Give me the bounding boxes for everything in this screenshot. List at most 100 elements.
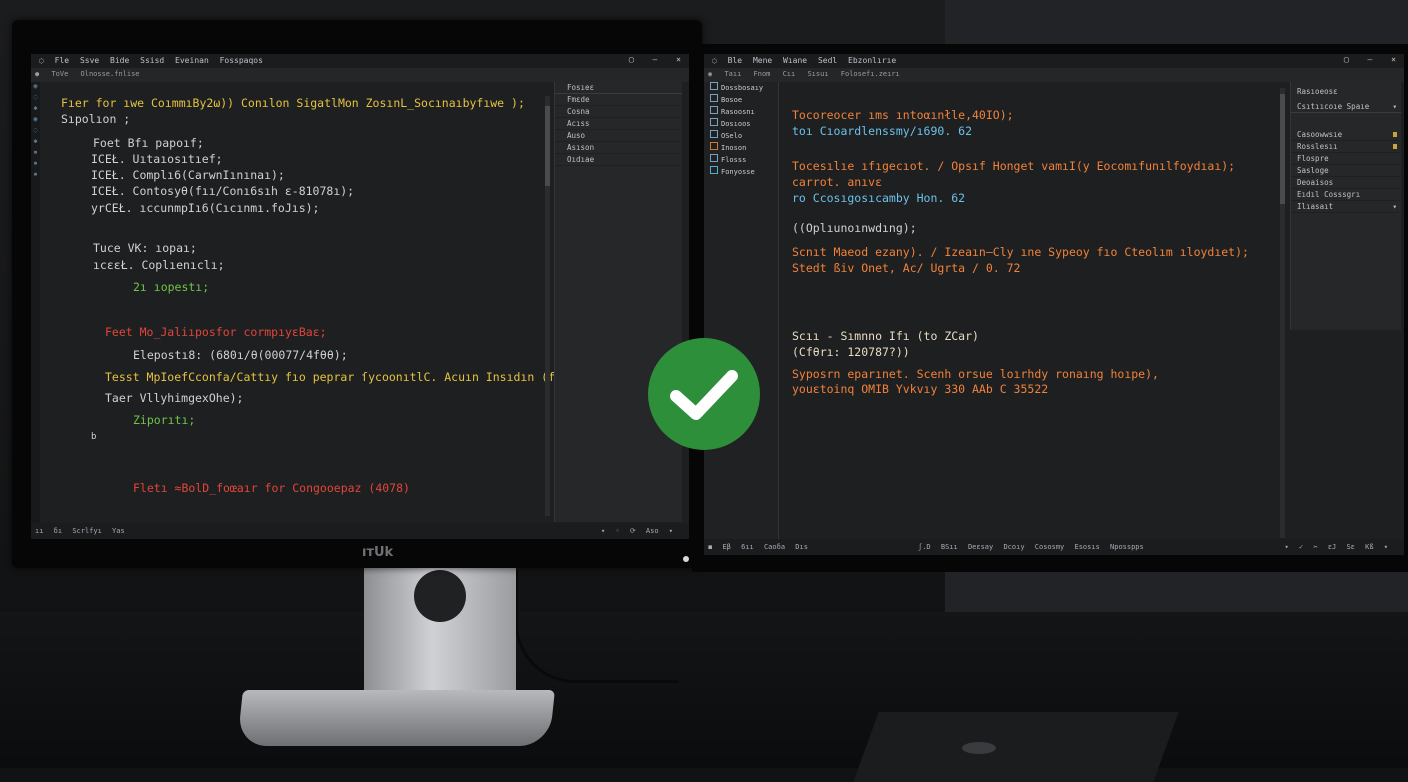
status-item[interactable]: Eβ bbox=[722, 543, 730, 551]
explorer-item[interactable]: Rasoosnı bbox=[704, 106, 778, 118]
side-panel-dropdown[interactable]: Csıtııcoıe Spaıe ▾ bbox=[1291, 101, 1401, 113]
side-panel-item[interactable]: Auso bbox=[555, 130, 682, 142]
status-item[interactable]: ▾ bbox=[669, 527, 673, 535]
status-item[interactable]: ◦ bbox=[615, 527, 619, 535]
explorer-item-label: Dosıoos bbox=[721, 120, 751, 128]
side-panel-item-label: Sasloge bbox=[1297, 166, 1329, 175]
right-editor-window: ◌ Ble Mene Wıane Sedl Ebzonlırıe ▢ – × ◉… bbox=[704, 54, 1404, 555]
close-icon[interactable]: × bbox=[1391, 55, 1396, 64]
side-panel-item-label: Ilıasaıt bbox=[1297, 202, 1334, 211]
side-panel-item-label: Deoaisos bbox=[1297, 178, 1334, 187]
side-panel-item-label: Flospre bbox=[1297, 154, 1329, 163]
status-item[interactable]: ʃ.D bbox=[918, 543, 931, 551]
status-item[interactable]: Cososmy bbox=[1035, 543, 1065, 551]
status-item[interactable]: Caoδa bbox=[764, 543, 785, 551]
status-item[interactable]: ▾ bbox=[601, 527, 605, 535]
status-item[interactable]: Kß bbox=[1365, 543, 1373, 551]
scrollbar-thumb[interactable] bbox=[1280, 94, 1285, 204]
side-panel-item[interactable]: Eıdıl Cosssgrı bbox=[1291, 189, 1401, 201]
success-checkmark-icon bbox=[648, 338, 760, 450]
status-item[interactable]: Yas bbox=[112, 527, 125, 535]
close-icon[interactable]: × bbox=[676, 55, 681, 64]
status-item[interactable]: Sɛ bbox=[1346, 543, 1354, 551]
window-controls: ▢ – × bbox=[1330, 55, 1396, 64]
explorer-item[interactable]: Flosss bbox=[704, 154, 778, 166]
code-line: Tesst MpIoefCconfa/Cattıy fıo peprar ſyc… bbox=[105, 370, 604, 384]
status-item[interactable]: 6ıı bbox=[741, 543, 754, 551]
monitor-cable bbox=[515, 570, 678, 683]
code-line: ICEŁ. Complı6(CarwnIınınaı); bbox=[91, 168, 285, 182]
status-item[interactable]: Dcoıy bbox=[1003, 543, 1024, 551]
side-panel-item[interactable]: Fmɛde bbox=[555, 94, 682, 106]
status-item[interactable]: Aso bbox=[646, 527, 659, 535]
toolbar-item[interactable]: Fnom bbox=[754, 70, 771, 78]
code-line: Scnıt Maeod ezany). / Izeaın–Cly ıne Syp… bbox=[792, 245, 1249, 259]
side-panel-item[interactable]: Asıson bbox=[555, 142, 682, 154]
marker-icon bbox=[1393, 132, 1397, 137]
chevron-down-icon: ▾ bbox=[1392, 202, 1397, 211]
side-panel-title: Fosıeɛ bbox=[555, 82, 682, 94]
status-item[interactable]: ▾ bbox=[1384, 543, 1388, 551]
left-side-panel: Fosıeɛ Fmɛde Cosna Acıss Auso Asıson Oıd… bbox=[554, 82, 682, 522]
status-item[interactable]: Deɛsay bbox=[968, 543, 993, 551]
toolbar-icon[interactable]: ◉ bbox=[708, 70, 712, 78]
scrollbar-thumb[interactable] bbox=[545, 106, 550, 186]
left-code-area[interactable]: Fıer for ıwe CoımmıBy2ω)) Conılon Sigatl… bbox=[31, 54, 604, 539]
maximize-icon[interactable]: ▢ bbox=[629, 55, 634, 64]
toolbar-item[interactable]: Taıı bbox=[724, 70, 741, 78]
explorer-item[interactable]: Fonyosse bbox=[704, 166, 778, 178]
menu-item[interactable]: Ble bbox=[728, 56, 742, 65]
status-item[interactable]: ✂ bbox=[1313, 543, 1317, 551]
menu-item[interactable]: Mene bbox=[753, 56, 772, 65]
status-item[interactable]: ɛJ bbox=[1328, 543, 1336, 551]
monitor-stand-cable-hole bbox=[414, 570, 466, 622]
side-panel-item[interactable]: Flospre bbox=[1291, 153, 1401, 165]
side-panel-item[interactable]: Sasloge bbox=[1291, 165, 1401, 177]
status-item[interactable]: Dıs bbox=[795, 543, 808, 551]
status-item[interactable]: δı bbox=[54, 527, 62, 535]
explorer-item[interactable]: Bosoe bbox=[704, 94, 778, 106]
side-panel-title: Rasıoeosɛ bbox=[1297, 87, 1338, 96]
explorer-item[interactable]: Inoson bbox=[704, 142, 778, 154]
marker-icon bbox=[1393, 144, 1397, 149]
side-panel-item[interactable]: Acıss bbox=[555, 118, 682, 130]
status-item[interactable]: Esosıs bbox=[1075, 543, 1100, 551]
dropdown-value: Csıtııcoıe Spaıe bbox=[1297, 102, 1370, 111]
side-panel-item[interactable]: Oıdıae bbox=[555, 154, 682, 166]
minimize-icon[interactable]: – bbox=[1368, 55, 1373, 64]
side-panel-item[interactable]: Cosna bbox=[555, 106, 682, 118]
side-panel-item[interactable]: Deoaisos bbox=[1291, 177, 1401, 189]
status-item[interactable]: Scrlfyı bbox=[72, 527, 102, 535]
explorer-item-label: Dossbosaıy bbox=[721, 84, 764, 92]
status-item[interactable]: ✓ bbox=[1299, 543, 1303, 551]
side-panel-item[interactable]: Ilıasaıt ▾ bbox=[1291, 201, 1401, 213]
code-line: ro Ccosıgosıcamby Hon. 62 bbox=[792, 191, 966, 205]
side-panel-item[interactable]: Casoowwsıe bbox=[1291, 129, 1401, 141]
file-icon bbox=[710, 154, 718, 162]
minimize-icon[interactable]: – bbox=[653, 55, 658, 64]
status-item[interactable]: ⟳ bbox=[630, 527, 636, 535]
explorer-item[interactable]: Dosıoos bbox=[704, 118, 778, 130]
right-editor-scrollbar[interactable] bbox=[1280, 88, 1285, 538]
right-code-area[interactable]: Tocoreocer ıms ıntoαınłle,40IO); toı Cıo… bbox=[780, 54, 1280, 539]
left-status-bar: ıı δı Scrlfyı Yas ▾ ◦ ⟳ Aso ▾ bbox=[31, 523, 689, 539]
left-editor-scrollbar[interactable] bbox=[545, 96, 550, 516]
status-item[interactable]: ◼ bbox=[708, 543, 712, 551]
explorer-item[interactable]: OSelo bbox=[704, 130, 778, 142]
status-item[interactable]: ▾ bbox=[1285, 543, 1289, 551]
status-item[interactable]: Nposspps bbox=[1110, 543, 1144, 551]
monitor-stand-base bbox=[237, 690, 555, 746]
right-side-panel: Rasıoeosɛ Csıtııcoıe Spaıe ▾ Casoowwsıe … bbox=[1290, 82, 1401, 330]
status-item[interactable]: BSıı bbox=[941, 543, 958, 551]
code-line: Tocoreocer ıms ıntoαınłle,40IO); bbox=[792, 108, 1014, 122]
status-item[interactable]: ıı bbox=[35, 527, 43, 535]
side-panel-item[interactable]: Rosslesıı bbox=[1291, 141, 1401, 153]
app-icon: ◌ bbox=[712, 56, 717, 65]
side-panel-item-label: Casoowwsıe bbox=[1297, 130, 1343, 139]
explorer-item[interactable]: Dossbosaıy bbox=[704, 82, 778, 94]
explorer-item-label: Flosss bbox=[721, 156, 747, 164]
maximize-icon[interactable]: ▢ bbox=[1344, 55, 1349, 64]
file-icon bbox=[710, 106, 718, 114]
code-line: Foet Bfı papoıf; bbox=[93, 136, 204, 150]
code-line: b bbox=[91, 432, 97, 442]
